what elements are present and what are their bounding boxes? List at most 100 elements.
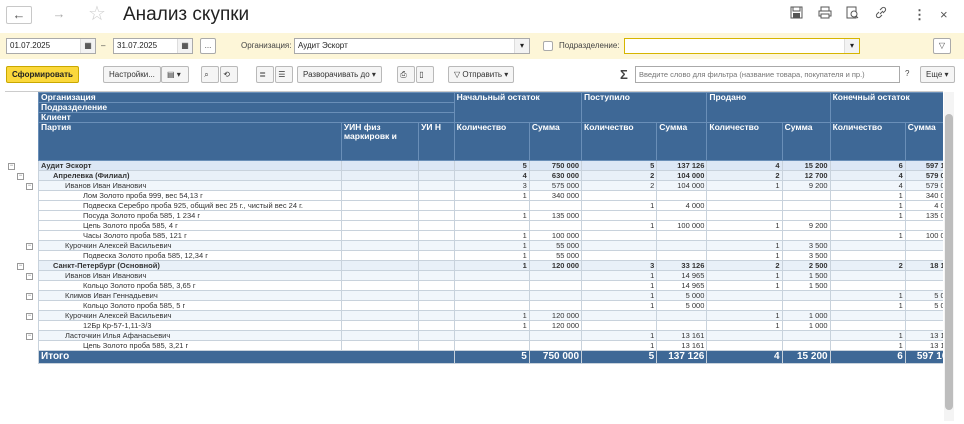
preview-icon[interactable] [846, 6, 859, 24]
value-cell [829, 270, 906, 281]
tree-collapse-icon[interactable]: − [26, 182, 33, 190]
search-clear-icon[interactable]: ⟲ [220, 66, 238, 83]
uin-cell [418, 210, 455, 221]
uin-cell [418, 240, 455, 251]
variant-dropdown[interactable]: ▤ ▾ [161, 66, 189, 83]
table-row[interactable]: Климов Иван Геннадьевич15 00015 000 [38, 290, 943, 301]
help-button[interactable]: ? [905, 66, 909, 82]
header-qty[interactable]: Количество [706, 122, 783, 161]
save-icon[interactable] [790, 6, 803, 24]
value-cell: 1 [453, 230, 530, 241]
filter-search-input[interactable] [635, 66, 900, 83]
tree-collapse-icon[interactable]: − [17, 172, 24, 180]
group-expand-icon[interactable]: ☰ [275, 66, 293, 83]
tree-collapse-icon[interactable]: − [26, 292, 33, 300]
value-cell [829, 280, 906, 291]
table-row[interactable]: Подвеска Золото проба 585, 12,34 г 1 55 00… [38, 250, 943, 261]
dept-checkbox[interactable] [543, 41, 553, 51]
calendar-icon[interactable]: ▦ [80, 39, 95, 53]
header-sum[interactable]: Сумма [656, 122, 708, 161]
table-row[interactable]: Аудит Эскорт 5 750 000 5 137 126 4 15 200 6 597 … [38, 160, 943, 171]
table-row[interactable]: Кольцо Золото проба 585, 5 г15 00015 000 [38, 300, 943, 311]
chevron-down-icon[interactable]: ▾ [844, 39, 859, 53]
search-icon[interactable]: ⌕ [201, 66, 219, 83]
table-row[interactable]: Курочкин Алексей Васильевич 1 55 000 1 3 500 [38, 240, 943, 251]
header-opening[interactable]: Начальный остаток [453, 92, 583, 123]
forward-button[interactable]: → [46, 6, 72, 24]
period-select-button[interactable]: ... [200, 38, 216, 54]
value-cell [528, 330, 583, 341]
header-uin-phys[interactable]: УИН физ маркировк и [340, 122, 420, 161]
header-org[interactable]: Организация [38, 92, 455, 103]
print-icon[interactable]: ⎙ [397, 66, 415, 83]
org-field[interactable]: Аудит Эскорт ▾ [294, 38, 530, 54]
row-name-cell: Лом Золото проба 999, вес 54,13 г [38, 190, 342, 201]
header-sum[interactable]: Сумма [781, 122, 831, 161]
value-cell: 33 126 [656, 260, 708, 271]
dept-field[interactable]: ▾ [624, 38, 860, 54]
table-row[interactable]: Кольцо Золото проба 585, 3,65 г 1 14 965 1 1… [38, 280, 943, 291]
table-row[interactable]: Курочкин Алексей Васильевич 1 120 000 1 1 00… [38, 310, 943, 321]
favorite-star-icon[interactable]: ☆ [88, 2, 106, 26]
table-row[interactable]: Санкт-Петербург (Основной) 1 120 000 3 33 12… [38, 260, 943, 271]
header-client[interactable]: Клиент [38, 112, 455, 123]
header-qty[interactable]: Количество [581, 122, 658, 161]
header-closing[interactable]: Конечный остаток [829, 92, 943, 123]
value-cell: 1 [453, 260, 530, 271]
chevron-down-icon[interactable]: ▾ [514, 39, 529, 53]
table-row[interactable]: Лом Золото проба 999, вес 54,13 г 1 340 00… [38, 190, 943, 201]
group-collapse-icon[interactable]: ≣ [256, 66, 274, 83]
tree-collapse-icon[interactable]: − [26, 242, 33, 250]
close-icon[interactable]: × [940, 6, 948, 24]
header-received[interactable]: Поступило [581, 92, 708, 123]
table-row[interactable]: Ласточкин Илья Афанасьевич113 161113 161 [38, 330, 943, 341]
generate-button[interactable]: Сформировать [6, 66, 79, 83]
table-row[interactable]: Апрелевка (Филиал) 4 630 000 2 104 000 2 12 70… [38, 170, 943, 181]
tree-collapse-icon[interactable]: − [17, 262, 24, 270]
settings-button[interactable]: Настройки... [103, 66, 161, 83]
date-to-field[interactable]: 31.07.2025 ▦ [113, 38, 193, 54]
print-icon[interactable] [818, 6, 832, 24]
header-sum[interactable]: Сумма [528, 122, 583, 161]
header-sum[interactable]: Сумма [904, 122, 943, 161]
scrollbar-thumb[interactable] [945, 114, 953, 410]
total-cell: 6 [829, 350, 906, 364]
table-row[interactable]: 12Бр Кр-57-1,11-3/3 1 120 000 1 1 000 [38, 320, 943, 331]
header-qty[interactable]: Количество [829, 122, 906, 161]
tree-collapse-icon[interactable]: − [26, 332, 33, 340]
more-button[interactable]: Еще ▾ [920, 66, 955, 83]
tree-collapse-icon[interactable]: − [8, 162, 15, 170]
header-batch[interactable]: Партия [38, 122, 342, 161]
date-from-field[interactable]: 01.07.2025 ▦ [6, 38, 96, 54]
table-row[interactable]: Часы Золото проба 585, 121 г 1 100 000 1 100… [38, 230, 943, 241]
menu-more-icon[interactable]: ⋮ [913, 6, 926, 24]
value-cell [781, 340, 831, 351]
calendar-icon[interactable]: ▦ [177, 39, 192, 53]
sum-icon[interactable]: Σ [620, 66, 628, 83]
back-button[interactable]: ← [6, 6, 32, 24]
preview-icon[interactable]: ▯ [416, 66, 434, 83]
table-row[interactable]: Посуда Золото проба 585, 1 234 г 1 135 000… [38, 210, 943, 221]
header-dept[interactable]: Подразделение [38, 102, 455, 113]
header-sold[interactable]: Продано [706, 92, 831, 123]
table-row[interactable]: Подвеска Серебро проба 925, общий вес 25… [38, 200, 943, 211]
tree-collapse-icon[interactable]: − [26, 272, 33, 280]
link-icon[interactable] [874, 6, 888, 24]
expand-to-dropdown[interactable]: Разворачивать до ▾ [297, 66, 382, 83]
table-row[interactable]: Иванов Иван Иванович 3 575 000 2 104 000 1 9 2… [38, 180, 943, 191]
header-uin[interactable]: УИ Н [418, 122, 455, 161]
value-cell: 12 700 [781, 170, 831, 181]
value-cell [706, 300, 783, 311]
value-cell: 120 000 [528, 260, 583, 271]
table-row[interactable]: Цепь Золото проба 585, 3,21 г 1 13 161 1 13 … [38, 340, 943, 351]
vertical-scrollbar[interactable] [944, 92, 954, 421]
value-cell: 1 500 [781, 270, 831, 281]
value-cell: 1 [829, 330, 906, 341]
table-row[interactable]: Иванов Иван Иванович 1 14 965 1 1 500 [38, 270, 943, 281]
send-dropdown[interactable]: ▽ Отправить ▾ [448, 66, 515, 83]
header-qty[interactable]: Количество [453, 122, 530, 161]
table-row[interactable]: Цепь Золото проба 585, 4 г 1 100 000 1 9 200 [38, 220, 943, 231]
value-cell [453, 330, 530, 341]
filter-funnel-icon[interactable]: ▽ [933, 38, 951, 54]
tree-collapse-icon[interactable]: − [26, 312, 33, 320]
